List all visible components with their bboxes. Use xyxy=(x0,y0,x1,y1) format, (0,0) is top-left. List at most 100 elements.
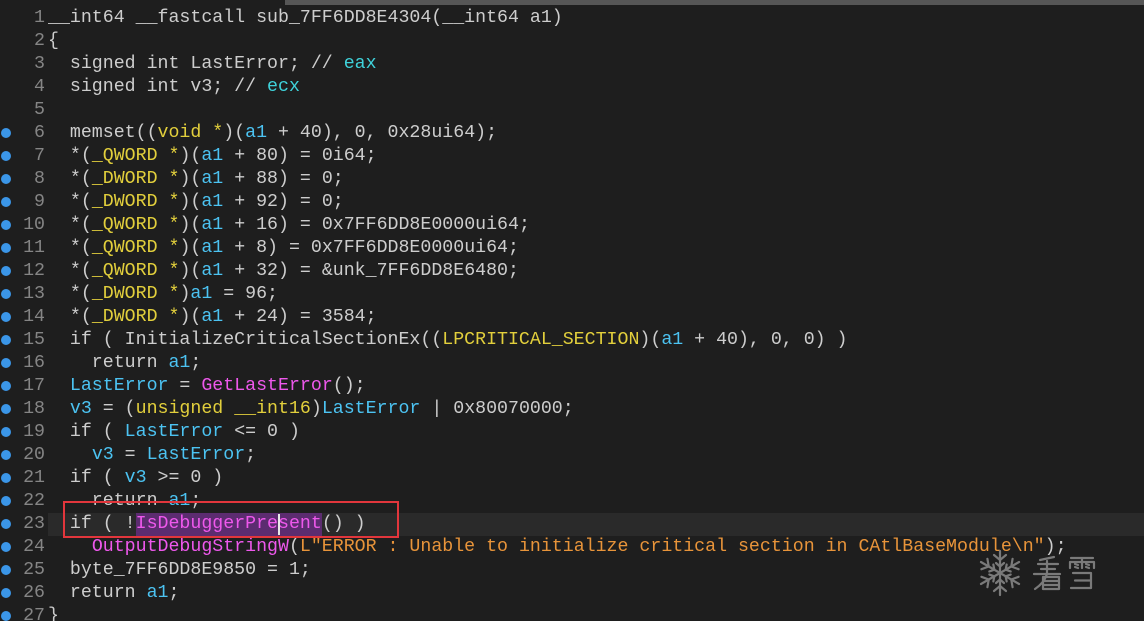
local-variable[interactable]: a1 xyxy=(201,145,223,168)
code-text[interactable]: return xyxy=(48,352,168,375)
address-dot-icon[interactable] xyxy=(1,542,11,552)
code-content[interactable]: if ( v3 >= 0 ) xyxy=(48,467,1144,490)
code-text[interactable]: + 40), 0, 0x28ui64); xyxy=(267,122,497,145)
code-text[interactable]: ; xyxy=(168,582,179,605)
code-text[interactable]: *( xyxy=(48,237,92,260)
code-content[interactable]: __int64 __fastcall sub_7FF6DD8E4304(__in… xyxy=(48,7,1144,30)
code-text[interactable]: + 32) = &unk_7FF6DD8E6480; xyxy=(223,260,519,283)
code-text[interactable]: + 40), 0, 0) ) xyxy=(683,329,847,352)
code-content[interactable]: LastError = GetLastError(); xyxy=(48,375,1144,398)
code-text[interactable]: ) xyxy=(311,398,322,421)
code-text[interactable] xyxy=(48,398,70,421)
address-dot-icon[interactable] xyxy=(1,197,11,207)
imported-function[interactable]: IsDebuggerPresent xyxy=(135,512,322,536)
code-text[interactable]: signed int v3; // xyxy=(48,76,267,99)
code-content[interactable]: *(_DWORD *)(a1 + 24) = 3584; xyxy=(48,306,1144,329)
code-line[interactable]: 8 *(_DWORD *)(a1 + 88) = 0; xyxy=(0,168,1144,191)
code-line[interactable]: 27} xyxy=(0,605,1144,621)
code-line[interactable]: 16 return a1; xyxy=(0,352,1144,375)
code-text[interactable]: + 24) = 3584; xyxy=(223,306,376,329)
code-text[interactable]: *( xyxy=(48,214,92,237)
top-scrollbar-thumb[interactable] xyxy=(285,0,1144,5)
code-text[interactable]: )( xyxy=(179,168,201,191)
code-text[interactable]: *( xyxy=(48,191,92,214)
local-variable[interactable]: v3 xyxy=(70,398,92,421)
code-content[interactable]: *(_DWORD *)(a1 + 88) = 0; xyxy=(48,168,1144,191)
code-text[interactable] xyxy=(48,536,92,559)
type-cast[interactable]: _DWORD * xyxy=(92,168,180,191)
code-content[interactable]: if ( LastError <= 0 ) xyxy=(48,421,1144,444)
code-text[interactable]: signed int LastError; // xyxy=(48,53,344,76)
code-content[interactable]: *(_DWORD *)a1 = 96; xyxy=(48,283,1144,306)
code-text[interactable]: )( xyxy=(179,306,201,329)
code-text[interactable]: } xyxy=(48,605,59,621)
code-text[interactable]: { xyxy=(48,30,59,53)
code-text[interactable]: )( xyxy=(179,260,201,283)
code-line[interactable]: 14 *(_DWORD *)(a1 + 24) = 3584; xyxy=(0,306,1144,329)
address-dot-icon[interactable] xyxy=(1,381,11,391)
code-text[interactable] xyxy=(48,444,92,467)
imported-function[interactable]: OutputDebugStringW xyxy=(92,536,289,559)
string-literal[interactable]: L"ERROR : Unable to initialize critical … xyxy=(300,536,1045,559)
type-cast[interactable]: _DWORD * xyxy=(92,191,180,214)
code-content[interactable]: *(_QWORD *)(a1 + 32) = &unk_7FF6DD8E6480… xyxy=(48,260,1144,283)
code-line[interactable]: 6 memset((void *)(a1 + 40), 0, 0x28ui64)… xyxy=(0,122,1144,145)
code-text[interactable]: = 96; xyxy=(212,283,278,306)
address-dot-icon[interactable] xyxy=(1,243,11,253)
type-cast[interactable]: _DWORD * xyxy=(92,283,180,306)
register-comment[interactable]: eax xyxy=(344,53,377,76)
code-line[interactable]: 4 signed int v3; // ecx xyxy=(0,76,1144,99)
code-text[interactable]: + 16) = 0x7FF6DD8E0000ui64; xyxy=(223,214,530,237)
code-text[interactable]: return xyxy=(48,490,168,513)
type-cast[interactable]: _DWORD * xyxy=(92,306,180,329)
address-dot-icon[interactable] xyxy=(1,404,11,414)
code-text[interactable]: )( xyxy=(179,214,201,237)
code-line[interactable]: 7 *(_QWORD *)(a1 + 80) = 0i64; xyxy=(0,145,1144,168)
type-cast[interactable]: _QWORD * xyxy=(92,237,180,260)
code-text[interactable]: if ( ! xyxy=(48,513,136,536)
code-line[interactable]: 12 *(_QWORD *)(a1 + 32) = &unk_7FF6DD8E6… xyxy=(0,260,1144,283)
code-text[interactable]: ( xyxy=(289,536,300,559)
code-line[interactable]: 9 *(_DWORD *)(a1 + 92) = 0; xyxy=(0,191,1144,214)
code-line[interactable]: 13 *(_DWORD *)a1 = 96; xyxy=(0,283,1144,306)
code-text[interactable]: (); xyxy=(333,375,366,398)
address-dot-icon[interactable] xyxy=(1,151,11,161)
code-text[interactable]: ; xyxy=(190,352,201,375)
code-content[interactable]: v3 = LastError; xyxy=(48,444,1144,467)
code-content[interactable] xyxy=(48,99,1144,122)
code-text[interactable] xyxy=(48,375,70,398)
code-content[interactable]: } xyxy=(48,605,1144,621)
code-line[interactable]: 19 if ( LastError <= 0 ) xyxy=(0,421,1144,444)
code-text[interactable]: memset(( xyxy=(48,122,158,145)
code-text[interactable]: __int64 __fastcall sub_7FF6DD8E4304(__in… xyxy=(48,7,563,30)
code-text[interactable]: >= 0 ) xyxy=(147,467,224,490)
code-text[interactable]: <= 0 ) xyxy=(223,421,300,444)
code-text[interactable]: )( xyxy=(179,145,201,168)
code-content[interactable]: *(_DWORD *)(a1 + 92) = 0; xyxy=(48,191,1144,214)
code-text[interactable]: if ( xyxy=(48,421,125,444)
type-cast[interactable]: _QWORD * xyxy=(92,214,180,237)
code-content[interactable]: memset((void *)(a1 + 40), 0, 0x28ui64); xyxy=(48,122,1144,145)
code-text[interactable]: ; xyxy=(245,444,256,467)
code-line[interactable]: 5 xyxy=(0,99,1144,122)
code-content[interactable]: return a1; xyxy=(48,352,1144,375)
local-variable[interactable]: v3 xyxy=(125,467,147,490)
local-variable[interactable]: a1 xyxy=(201,237,223,260)
imported-function[interactable]: GetLastError xyxy=(201,375,332,398)
code-text[interactable]: )( xyxy=(223,122,245,145)
address-dot-icon[interactable] xyxy=(1,588,11,598)
code-text[interactable]: *( xyxy=(48,145,92,168)
code-line[interactable]: 10 *(_QWORD *)(a1 + 16) = 0x7FF6DD8E0000… xyxy=(0,214,1144,237)
local-variable[interactable]: a1 xyxy=(168,352,190,375)
local-variable[interactable]: LastError xyxy=(147,444,246,467)
local-variable[interactable]: a1 xyxy=(147,582,169,605)
type-cast[interactable]: void * xyxy=(158,122,224,145)
code-line[interactable]: 18 v3 = (unsigned __int16)LastError | 0x… xyxy=(0,398,1144,421)
code-text[interactable]: + 80) = 0i64; xyxy=(223,145,376,168)
code-line[interactable]: 11 *(_QWORD *)(a1 + 8) = 0x7FF6DD8E0000u… xyxy=(0,237,1144,260)
code-content[interactable]: { xyxy=(48,30,1144,53)
code-content[interactable]: *(_QWORD *)(a1 + 16) = 0x7FF6DD8E0000ui6… xyxy=(48,214,1144,237)
code-text[interactable]: if ( xyxy=(48,467,125,490)
code-content[interactable]: *(_QWORD *)(a1 + 8) = 0x7FF6DD8E0000ui64… xyxy=(48,237,1144,260)
address-dot-icon[interactable] xyxy=(1,266,11,276)
